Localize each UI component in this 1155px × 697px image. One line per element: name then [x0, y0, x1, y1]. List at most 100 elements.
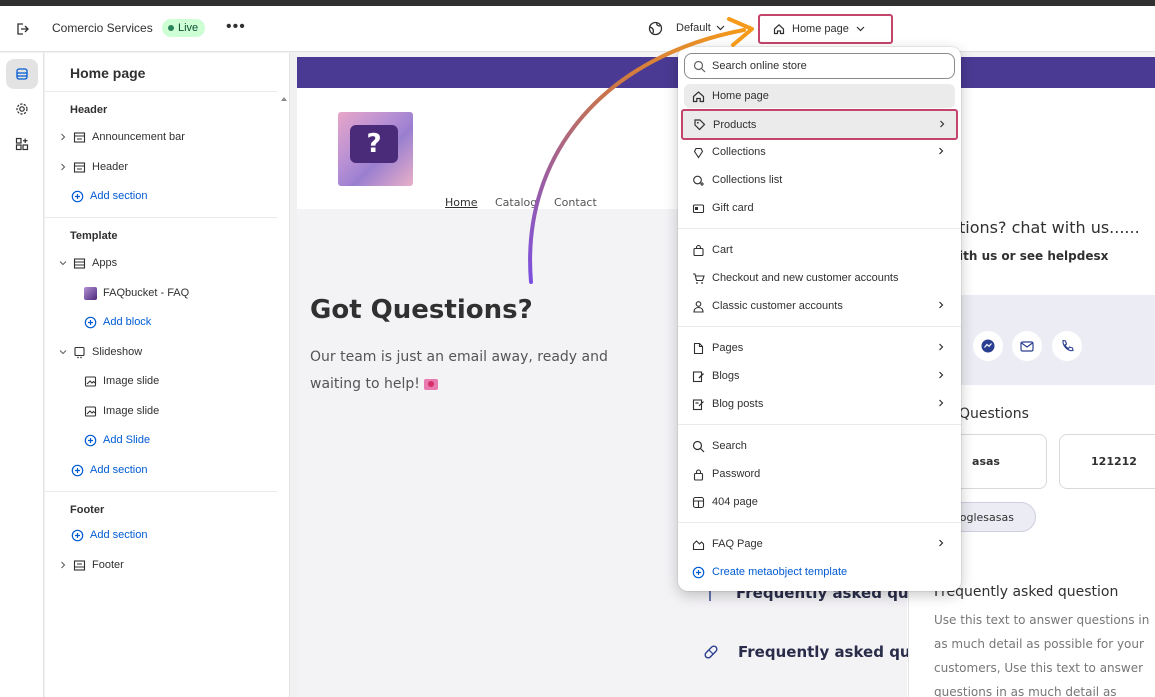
menu-item-blogs[interactable]: Blogs — [684, 364, 955, 388]
status-badge-label: Live — [178, 22, 199, 34]
dropdown-search-field[interactable] — [684, 53, 955, 79]
scroll-up-arrow-icon[interactable] — [281, 97, 287, 101]
header-group-label: Header — [70, 104, 108, 116]
nav-link-catalog[interactable]: Catalog — [495, 196, 537, 209]
plus-circle-icon — [71, 190, 84, 202]
add-section-button[interactable]: Add section — [71, 460, 147, 480]
chevron-right-icon — [939, 399, 944, 407]
menu-item-faq-page[interactable]: FAQ Page — [684, 532, 955, 556]
apps-rail-button[interactable] — [6, 129, 38, 159]
divider — [45, 217, 277, 218]
chevron-down-icon — [59, 350, 67, 355]
person-icon — [693, 300, 704, 313]
sidebar-item-slideshow[interactable]: Slideshow — [59, 342, 142, 362]
image-slide-icon — [84, 405, 97, 417]
create-metaobject-template-button[interactable]: Create metaobject template — [684, 560, 955, 584]
search-input[interactable] — [712, 60, 942, 72]
menu-item-cart[interactable]: Cart — [684, 238, 955, 262]
phone-icon[interactable] — [1052, 331, 1082, 361]
chevron-right-icon — [61, 163, 66, 171]
add-slide-button[interactable]: Add Slide — [84, 430, 150, 450]
sidebar-item-image-slide[interactable]: Image slide — [84, 371, 159, 391]
sidebar-item-label: FAQbucket - FAQ — [103, 287, 190, 299]
menu-item-gift-card[interactable]: Gift card — [684, 196, 955, 220]
exit-icon[interactable] — [14, 21, 30, 37]
divider — [45, 91, 277, 92]
add-section-button[interactable]: Add section — [71, 525, 147, 545]
messenger-icon[interactable] — [973, 331, 1003, 361]
add-section-label: Add section — [90, 464, 148, 476]
sidebar-item-label: Footer — [92, 559, 124, 571]
menu-item-label: Checkout and new customer accounts — [712, 272, 899, 284]
menu-item-404-page[interactable]: 404 page — [684, 490, 955, 514]
chat-widget-subtitle: ith us or see helpdesx — [959, 249, 1109, 263]
menu-item-classic-customer-accounts[interactable]: Classic customer accounts — [684, 294, 955, 318]
menu-item-label: Classic customer accounts — [712, 300, 843, 312]
sidebar-item-footer[interactable]: Footer — [59, 555, 124, 575]
menu-item-checkout[interactable]: Checkout and new customer accounts — [684, 266, 955, 290]
more-actions-button[interactable]: ••• — [226, 18, 246, 36]
menu-item-search[interactable]: Search — [684, 434, 955, 458]
settings-rail-button[interactable] — [6, 94, 38, 124]
page-selector-button[interactable]: Home page — [758, 14, 893, 44]
divider — [678, 522, 961, 523]
chevron-down-icon — [856, 26, 865, 32]
sidebar-item-announcement-bar[interactable]: Announcement bar — [59, 127, 185, 147]
menu-item-label: Search — [712, 440, 747, 452]
divider — [678, 228, 961, 229]
menu-item-pages[interactable]: Pages — [684, 336, 955, 360]
menu-item-collections-list[interactable]: Collections list — [684, 168, 955, 192]
menu-item-home-page[interactable]: Home page — [684, 84, 955, 108]
menu-item-label: Home page — [712, 90, 769, 102]
menu-item-label: Cart — [712, 244, 733, 256]
bag-icon — [693, 244, 704, 256]
sidebar-item-label: Image slide — [103, 375, 160, 387]
chevron-right-icon — [939, 371, 944, 379]
sections-sidebar: Home page Header Announcement bar Header… — [45, 53, 290, 697]
faq-card-body: Use this text to answer questions in as … — [934, 613, 1150, 697]
live-dot-icon — [168, 25, 174, 31]
apps-icon — [15, 137, 29, 151]
search-icon — [692, 440, 705, 452]
menu-item-password[interactable]: Password — [684, 462, 955, 486]
chevron-right-icon — [939, 301, 944, 309]
nav-link-contact[interactable]: Contact — [554, 196, 597, 209]
sidebar-item-image-slide[interactable]: Image slide — [84, 401, 159, 421]
sidebar-item-header[interactable]: Header — [59, 157, 128, 177]
chat-widget-title: tions? chat with us...... — [959, 218, 1140, 237]
blog-icon — [692, 370, 704, 382]
editor-topbar: Comercio Services Live ••• Default Home … — [0, 6, 1155, 52]
theme-selector[interactable]: Default — [676, 22, 725, 34]
chevron-right-icon — [939, 147, 944, 155]
chevron-right-icon — [939, 539, 944, 547]
globe-icon[interactable] — [648, 21, 663, 36]
store-logo[interactable]: ? — [338, 112, 413, 186]
template-group-label: Template — [70, 230, 118, 242]
page-selector-label: Home page — [792, 23, 849, 35]
menu-item-products[interactable]: Products — [681, 109, 958, 140]
sidebar-item-apps[interactable]: Apps — [59, 253, 117, 273]
add-block-button[interactable]: Add block — [84, 312, 151, 332]
sections-icon — [16, 68, 28, 80]
email-icon[interactable] — [1012, 331, 1042, 361]
nav-link-home[interactable]: Home — [445, 196, 477, 209]
section-icon — [73, 257, 86, 269]
hero-body-text: Our team is just an email away, ready an… — [310, 349, 608, 392]
question-box[interactable]: 121212 — [1059, 434, 1155, 489]
faqbucket-app-icon — [84, 286, 97, 300]
logo-glyph: ? — [350, 125, 398, 163]
page-selector-dropdown: Home page Products Collections Collectio… — [678, 47, 961, 591]
sidebar-item-faqbucket[interactable]: FAQbucket - FAQ — [84, 283, 189, 303]
footer-group-label: Footer — [70, 504, 105, 516]
faq-row[interactable]: Frequently asked que — [700, 641, 921, 663]
collection-list-icon — [693, 175, 704, 186]
add-section-button[interactable]: Add section — [71, 186, 147, 206]
slideshow-icon — [74, 346, 85, 358]
blog-post-icon — [692, 398, 704, 410]
menu-item-collections[interactable]: Collections — [684, 140, 955, 164]
cart-icon — [693, 272, 705, 284]
menu-item-blog-posts[interactable]: Blog posts — [684, 392, 955, 416]
divider — [678, 326, 961, 327]
sections-rail-button[interactable] — [6, 59, 38, 89]
menu-item-label: Blogs — [712, 370, 740, 382]
